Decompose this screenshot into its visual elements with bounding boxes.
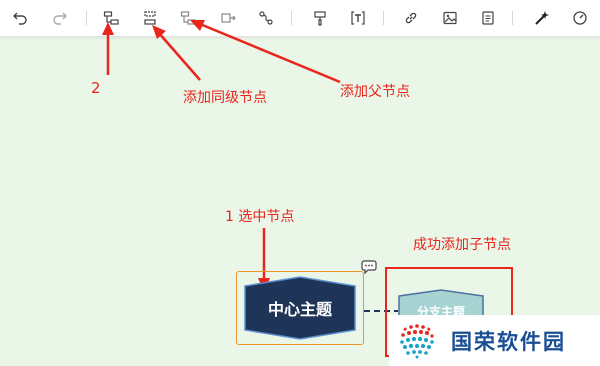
image-icon [443,11,457,25]
undo-button[interactable] [10,8,30,28]
note-button[interactable] [478,8,498,28]
annotation-step-2: 2 [91,79,101,97]
annotation-select-node: 1 选中节点 [225,209,295,225]
undo-icon [13,12,27,25]
move-node-icon [221,13,236,23]
watermark: 国荣软件园 [389,315,600,366]
central-topic-node[interactable]: 中心主题 [241,276,359,340]
insert-child-node-button[interactable] [101,8,121,28]
annotation-add-sibling: 添加同级节点 [183,90,267,106]
redo-button[interactable] [50,8,70,28]
move-node-button[interactable] [218,8,238,28]
image-button[interactable] [440,8,460,28]
note-icon [482,11,494,25]
format-painter-button[interactable] [310,8,330,28]
brand-text: 国荣软件园 [451,329,566,354]
central-topic-label: 中心主题 [267,300,332,319]
toolbar-divider [512,11,513,25]
relationship-icon [259,11,273,25]
brand-logo-icon [399,322,435,359]
redo-icon [53,12,67,25]
link-button[interactable] [401,8,421,28]
gauge-icon [573,11,587,25]
toolbar-divider [383,11,384,25]
insert-sibling-node-button[interactable] [140,8,160,28]
style-magic-icon [535,11,549,25]
text-box-icon [351,11,365,25]
insert-parent-node-button[interactable] [178,8,198,28]
gauge-button[interactable] [570,8,590,28]
text-box-button[interactable] [348,8,368,28]
format-painter-icon [314,11,326,26]
link-icon [405,12,417,24]
style-magic-button[interactable] [532,8,552,28]
toolbar-divider [86,11,87,25]
insert-parent-node-icon [180,11,196,25]
insert-child-node-icon [103,11,119,25]
toolbar-divider [291,11,292,25]
comment-icon[interactable] [361,260,377,274]
annotation-add-parent: 添加父节点 [340,84,410,100]
annotation-success-child: 成功添加子节点 [413,237,511,253]
insert-sibling-node-icon [144,11,156,25]
relationship-button[interactable] [256,8,276,28]
toolbar [0,0,600,37]
